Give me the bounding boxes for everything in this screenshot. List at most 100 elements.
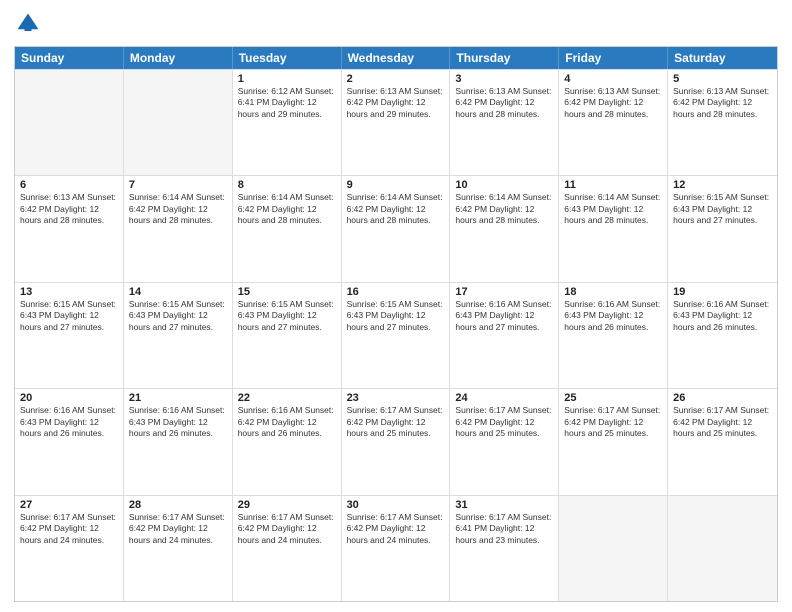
day-info: Sunrise: 6:13 AM Sunset: 6:42 PM Dayligh… [347, 86, 445, 120]
calendar-cell-3-2: 22Sunrise: 6:16 AM Sunset: 6:42 PM Dayli… [233, 389, 342, 494]
day-number: 25 [564, 392, 662, 404]
day-number: 10 [455, 179, 553, 191]
calendar-cell-4-6 [668, 496, 777, 601]
day-info: Sunrise: 6:13 AM Sunset: 6:42 PM Dayligh… [20, 192, 118, 226]
day-info: Sunrise: 6:14 AM Sunset: 6:42 PM Dayligh… [238, 192, 336, 226]
day-info: Sunrise: 6:17 AM Sunset: 6:42 PM Dayligh… [238, 512, 336, 546]
page: SundayMondayTuesdayWednesdayThursdayFrid… [0, 0, 792, 612]
day-info: Sunrise: 6:13 AM Sunset: 6:42 PM Dayligh… [455, 86, 553, 120]
calendar-cell-4-3: 30Sunrise: 6:17 AM Sunset: 6:42 PM Dayli… [342, 496, 451, 601]
calendar-body: 1Sunrise: 6:12 AM Sunset: 6:41 PM Daylig… [15, 69, 777, 601]
day-number: 4 [564, 73, 662, 85]
calendar-cell-0-2: 1Sunrise: 6:12 AM Sunset: 6:41 PM Daylig… [233, 70, 342, 175]
calendar-cell-4-5 [559, 496, 668, 601]
day-number: 14 [129, 286, 227, 298]
calendar-cell-2-0: 13Sunrise: 6:15 AM Sunset: 6:43 PM Dayli… [15, 283, 124, 388]
logo [14, 10, 46, 38]
calendar-row-2: 13Sunrise: 6:15 AM Sunset: 6:43 PM Dayli… [15, 282, 777, 388]
weekday-header-thursday: Thursday [450, 47, 559, 69]
day-number: 15 [238, 286, 336, 298]
day-info: Sunrise: 6:17 AM Sunset: 6:42 PM Dayligh… [455, 405, 553, 439]
day-info: Sunrise: 6:14 AM Sunset: 6:43 PM Dayligh… [564, 192, 662, 226]
calendar: SundayMondayTuesdayWednesdayThursdayFrid… [14, 46, 778, 602]
calendar-cell-4-2: 29Sunrise: 6:17 AM Sunset: 6:42 PM Dayli… [233, 496, 342, 601]
day-info: Sunrise: 6:17 AM Sunset: 6:42 PM Dayligh… [347, 512, 445, 546]
calendar-cell-0-5: 4Sunrise: 6:13 AM Sunset: 6:42 PM Daylig… [559, 70, 668, 175]
day-info: Sunrise: 6:14 AM Sunset: 6:42 PM Dayligh… [129, 192, 227, 226]
calendar-row-0: 1Sunrise: 6:12 AM Sunset: 6:41 PM Daylig… [15, 69, 777, 175]
day-info: Sunrise: 6:17 AM Sunset: 6:41 PM Dayligh… [455, 512, 553, 546]
day-info: Sunrise: 6:14 AM Sunset: 6:42 PM Dayligh… [347, 192, 445, 226]
weekday-header-sunday: Sunday [15, 47, 124, 69]
day-info: Sunrise: 6:15 AM Sunset: 6:43 PM Dayligh… [238, 299, 336, 333]
calendar-cell-1-4: 10Sunrise: 6:14 AM Sunset: 6:42 PM Dayli… [450, 176, 559, 281]
day-info: Sunrise: 6:15 AM Sunset: 6:43 PM Dayligh… [20, 299, 118, 333]
calendar-cell-1-6: 12Sunrise: 6:15 AM Sunset: 6:43 PM Dayli… [668, 176, 777, 281]
day-info: Sunrise: 6:17 AM Sunset: 6:42 PM Dayligh… [347, 405, 445, 439]
day-info: Sunrise: 6:17 AM Sunset: 6:42 PM Dayligh… [564, 405, 662, 439]
calendar-cell-0-3: 2Sunrise: 6:13 AM Sunset: 6:42 PM Daylig… [342, 70, 451, 175]
day-info: Sunrise: 6:15 AM Sunset: 6:43 PM Dayligh… [347, 299, 445, 333]
day-info: Sunrise: 6:17 AM Sunset: 6:42 PM Dayligh… [673, 405, 772, 439]
day-number: 28 [129, 499, 227, 511]
day-number: 6 [20, 179, 118, 191]
calendar-cell-1-0: 6Sunrise: 6:13 AM Sunset: 6:42 PM Daylig… [15, 176, 124, 281]
day-number: 27 [20, 499, 118, 511]
calendar-cell-0-0 [15, 70, 124, 175]
calendar-cell-0-6: 5Sunrise: 6:13 AM Sunset: 6:42 PM Daylig… [668, 70, 777, 175]
weekday-header-friday: Friday [559, 47, 668, 69]
day-number: 30 [347, 499, 445, 511]
day-info: Sunrise: 6:12 AM Sunset: 6:41 PM Dayligh… [238, 86, 336, 120]
day-info: Sunrise: 6:16 AM Sunset: 6:43 PM Dayligh… [564, 299, 662, 333]
weekday-header-wednesday: Wednesday [342, 47, 451, 69]
day-number: 7 [129, 179, 227, 191]
calendar-cell-2-2: 15Sunrise: 6:15 AM Sunset: 6:43 PM Dayli… [233, 283, 342, 388]
logo-icon [14, 10, 42, 38]
day-number: 1 [238, 73, 336, 85]
calendar-cell-1-5: 11Sunrise: 6:14 AM Sunset: 6:43 PM Dayli… [559, 176, 668, 281]
calendar-cell-4-1: 28Sunrise: 6:17 AM Sunset: 6:42 PM Dayli… [124, 496, 233, 601]
calendar-cell-2-4: 17Sunrise: 6:16 AM Sunset: 6:43 PM Dayli… [450, 283, 559, 388]
day-info: Sunrise: 6:13 AM Sunset: 6:42 PM Dayligh… [564, 86, 662, 120]
calendar-cell-0-4: 3Sunrise: 6:13 AM Sunset: 6:42 PM Daylig… [450, 70, 559, 175]
calendar-cell-3-4: 24Sunrise: 6:17 AM Sunset: 6:42 PM Dayli… [450, 389, 559, 494]
weekday-header-saturday: Saturday [668, 47, 777, 69]
day-number: 2 [347, 73, 445, 85]
day-number: 19 [673, 286, 772, 298]
calendar-cell-3-3: 23Sunrise: 6:17 AM Sunset: 6:42 PM Dayli… [342, 389, 451, 494]
day-number: 26 [673, 392, 772, 404]
calendar-row-3: 20Sunrise: 6:16 AM Sunset: 6:43 PM Dayli… [15, 388, 777, 494]
day-number: 23 [347, 392, 445, 404]
day-number: 8 [238, 179, 336, 191]
calendar-header: SundayMondayTuesdayWednesdayThursdayFrid… [15, 47, 777, 69]
day-number: 21 [129, 392, 227, 404]
calendar-cell-3-5: 25Sunrise: 6:17 AM Sunset: 6:42 PM Dayli… [559, 389, 668, 494]
day-number: 13 [20, 286, 118, 298]
day-info: Sunrise: 6:15 AM Sunset: 6:43 PM Dayligh… [673, 192, 772, 226]
day-number: 18 [564, 286, 662, 298]
calendar-cell-3-0: 20Sunrise: 6:16 AM Sunset: 6:43 PM Dayli… [15, 389, 124, 494]
day-number: 24 [455, 392, 553, 404]
calendar-cell-4-4: 31Sunrise: 6:17 AM Sunset: 6:41 PM Dayli… [450, 496, 559, 601]
day-info: Sunrise: 6:17 AM Sunset: 6:42 PM Dayligh… [129, 512, 227, 546]
day-number: 12 [673, 179, 772, 191]
calendar-cell-2-6: 19Sunrise: 6:16 AM Sunset: 6:43 PM Dayli… [668, 283, 777, 388]
day-number: 20 [20, 392, 118, 404]
day-number: 31 [455, 499, 553, 511]
day-number: 3 [455, 73, 553, 85]
day-info: Sunrise: 6:16 AM Sunset: 6:43 PM Dayligh… [455, 299, 553, 333]
calendar-row-1: 6Sunrise: 6:13 AM Sunset: 6:42 PM Daylig… [15, 175, 777, 281]
calendar-cell-0-1 [124, 70, 233, 175]
calendar-cell-2-5: 18Sunrise: 6:16 AM Sunset: 6:43 PM Dayli… [559, 283, 668, 388]
day-number: 11 [564, 179, 662, 191]
calendar-cell-1-2: 8Sunrise: 6:14 AM Sunset: 6:42 PM Daylig… [233, 176, 342, 281]
calendar-row-4: 27 Sunrise: 6:17 AM Sunset: 6:42 PM Dayli… [15, 495, 777, 601]
day-number: 17 [455, 286, 553, 298]
day-number: 9 [347, 179, 445, 191]
day-info: Sunrise: 6:13 AM Sunset: 6:42 PM Dayligh… [673, 86, 772, 120]
weekday-header-monday: Monday [124, 47, 233, 69]
calendar-cell-1-1: 7Sunrise: 6:14 AM Sunset: 6:42 PM Daylig… [124, 176, 233, 281]
calendar-cell-3-6: 26Sunrise: 6:17 AM Sunset: 6:42 PM Dayli… [668, 389, 777, 494]
day-info: Sunrise: 6:16 AM Sunset: 6:43 PM Dayligh… [673, 299, 772, 333]
weekday-header-tuesday: Tuesday [233, 47, 342, 69]
